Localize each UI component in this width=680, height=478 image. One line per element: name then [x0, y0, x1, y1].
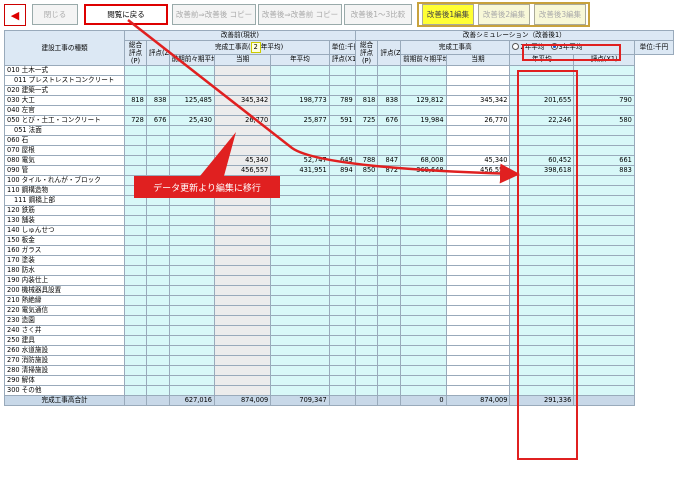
- application-screen: { "toolbar": { "back_icon": "left-arrow-…: [0, 0, 680, 478]
- callout-message: データ更新より編集に移行: [134, 176, 280, 198]
- callout-pointer: [200, 132, 236, 176]
